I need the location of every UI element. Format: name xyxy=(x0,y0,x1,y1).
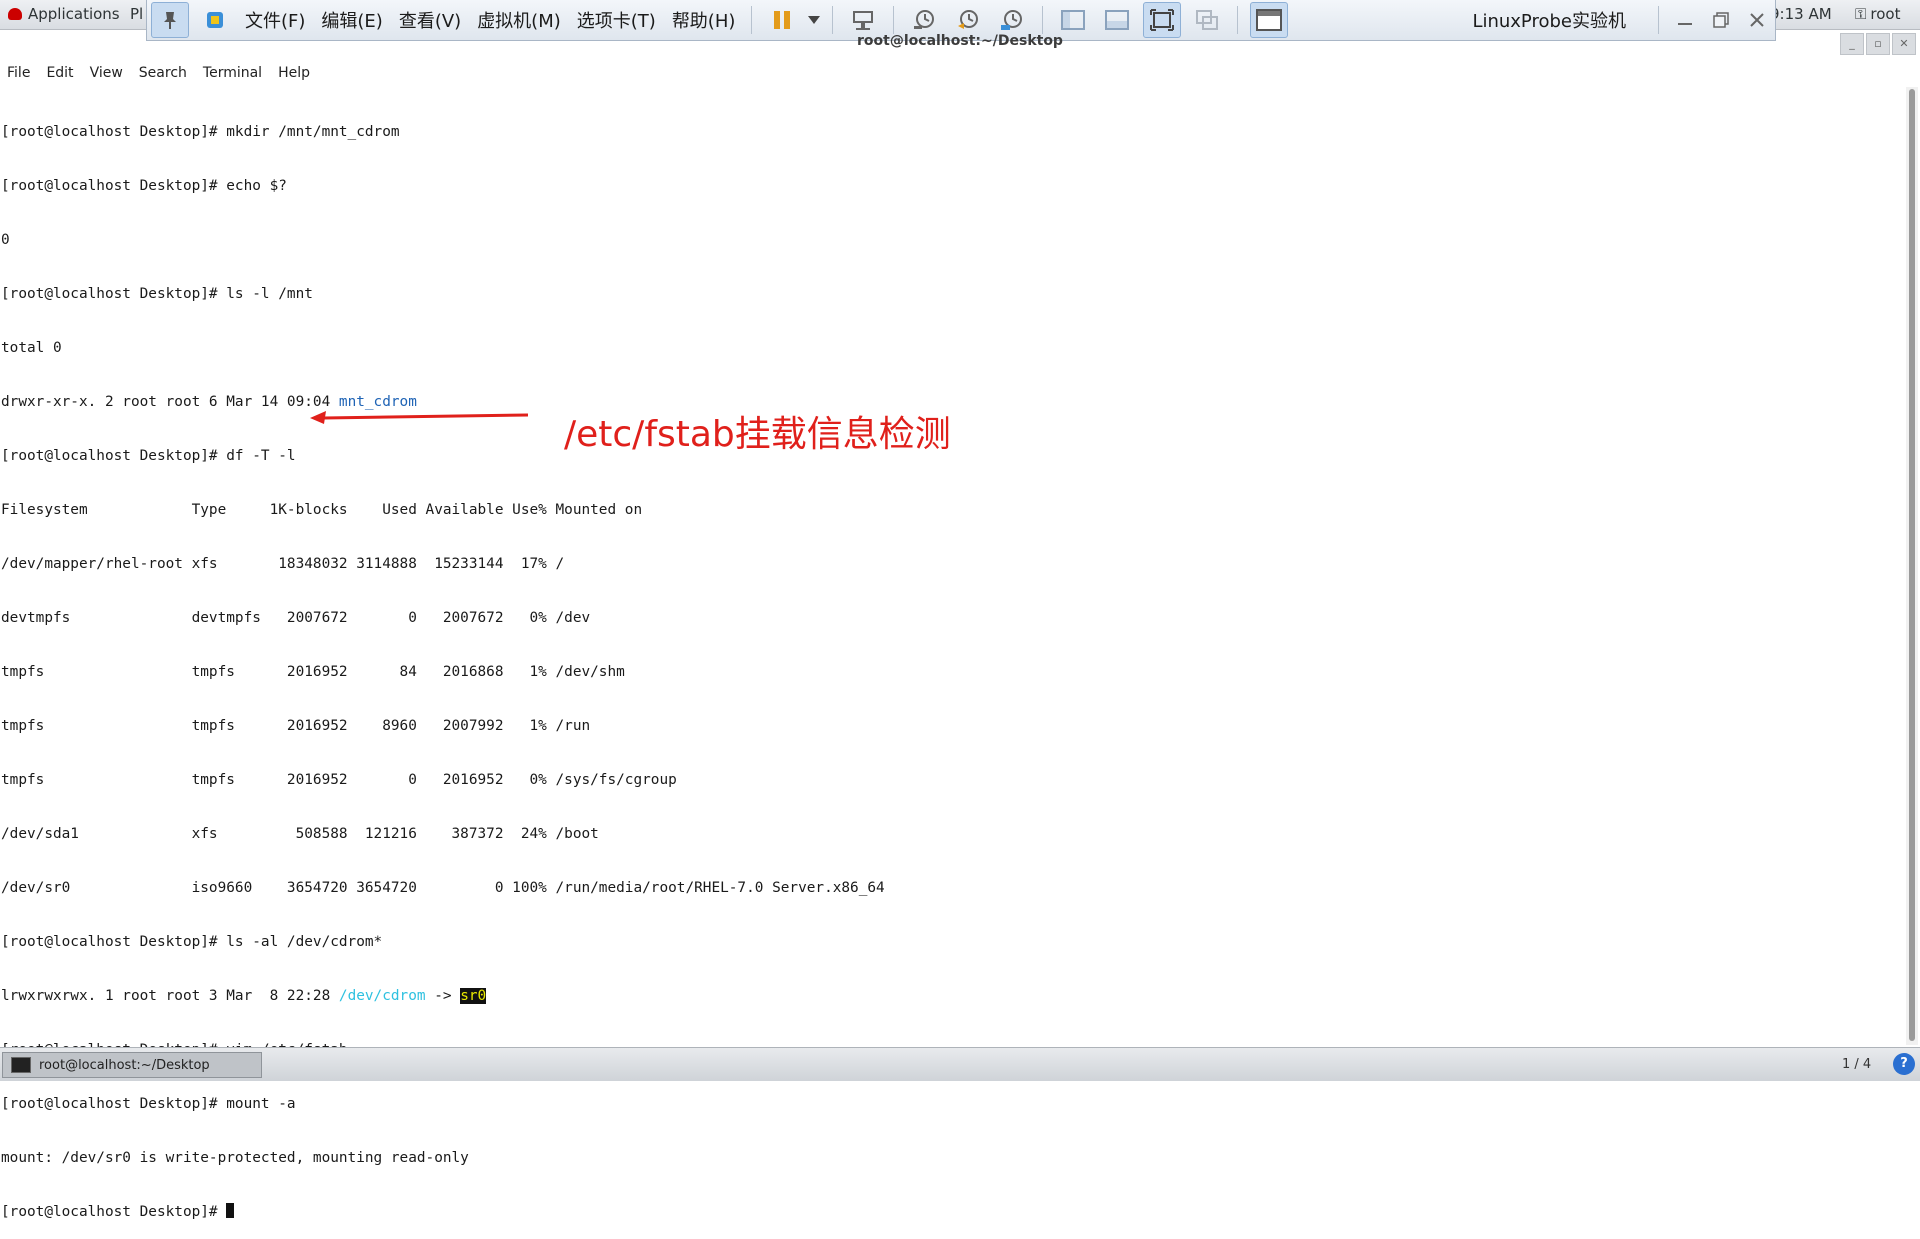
prompt-text: [root@localhost Desktop]# xyxy=(1,1204,227,1220)
menu-item-file[interactable]: File xyxy=(0,63,38,85)
terminal-line: [root@localhost Desktop]# mkdir /mnt/mnt… xyxy=(1,124,400,140)
menu-edit[interactable]: 编辑(E) xyxy=(313,7,390,33)
text-cursor xyxy=(226,1203,235,1218)
terminal-line: drwxr-xr-x. 2 root root 6 Mar 14 09:04 m… xyxy=(1,393,1901,411)
toolbar-separator xyxy=(751,6,753,34)
terminal-line: tmpfs tmpfs 2016952 0 2016952 0% /sys/fs… xyxy=(1,772,677,788)
terminal-line: tmpfs tmpfs 2016952 84 2016868 1% /dev/s… xyxy=(1,664,625,680)
terminal-line: devtmpfs devtmpfs 2007672 0 2007672 0% /… xyxy=(1,610,591,626)
window-controls: _ ▫ ✕ xyxy=(1840,33,1916,55)
toolbar-separator xyxy=(1042,6,1044,34)
terminal-line: [root@localhost Desktop]# ls -al /dev/cd… xyxy=(1,934,383,950)
toolbar-separator xyxy=(1237,6,1239,34)
vm-title: LinuxProbe实验机 xyxy=(1472,11,1626,32)
menu-item-view[interactable]: View xyxy=(82,63,131,85)
restore-icon[interactable] xyxy=(1703,5,1739,35)
menu-item-edit[interactable]: Edit xyxy=(38,63,81,85)
taskbar-item-terminal[interactable]: root@localhost:~/Desktop xyxy=(2,1052,262,1078)
terminal-line: /dev/sr0 iso9660 3654720 3654720 0 100% … xyxy=(1,880,885,896)
terminal-line: Filesystem Type 1K-blocks Used Available… xyxy=(1,502,643,518)
window-maximize-icon[interactable]: ▫ xyxy=(1866,33,1890,55)
terminal-line: [root@localhost Desktop]# echo $? xyxy=(1,178,287,194)
pause-icon[interactable] xyxy=(764,3,800,37)
terminal-line: total 0 xyxy=(1,340,62,356)
redhat-icon xyxy=(8,8,22,20)
vm-library-icon[interactable] xyxy=(197,3,233,37)
window-minimize-icon[interactable]: _ xyxy=(1840,33,1864,55)
terminal-line: [root@localhost Desktop]# mount -a xyxy=(1,1096,296,1112)
terminal-scrollbar[interactable] xyxy=(1906,87,1918,1045)
toolbar-separator xyxy=(832,6,834,34)
toolbar-separator xyxy=(893,6,895,34)
menu-tabs[interactable]: 选项卡(T) xyxy=(569,7,664,33)
terminal-menubar: File Edit View Search Terminal Help xyxy=(0,63,1920,85)
terminal-line: [root@localhost Desktop]# df -T -l xyxy=(1,448,296,464)
menu-item-terminal[interactable]: Terminal xyxy=(195,63,270,85)
snapshot-manager-icon[interactable] xyxy=(994,3,1030,37)
terminal-line: mount: /dev/sr0 is write-protected, moun… xyxy=(1,1150,469,1166)
places-menu[interactable]: Pl xyxy=(130,5,143,23)
annotation-label: /etc/fstab挂载信息检测 xyxy=(564,414,951,455)
send-ctrl-alt-del-icon[interactable] xyxy=(845,3,881,37)
thumbnail-bar-icon[interactable] xyxy=(1099,3,1135,37)
symlink-target: sr0 xyxy=(460,988,487,1004)
window-close-icon[interactable]: ✕ xyxy=(1892,33,1916,55)
snapshot-revert-icon[interactable] xyxy=(950,3,986,37)
window-title: root@localhost:~/Desktop xyxy=(857,33,1063,49)
terminal-prompt-line: [root@localhost Desktop]# xyxy=(1,1203,1901,1221)
sidebar-toggle-icon[interactable] xyxy=(1055,3,1091,37)
workspace-pager[interactable]: 1 / 4 xyxy=(1842,1057,1871,1072)
terminal-line: tmpfs tmpfs 2016952 8960 2007992 1% /run xyxy=(1,718,591,734)
menu-help[interactable]: 帮助(H) xyxy=(664,7,744,33)
help-icon[interactable]: ? xyxy=(1893,1053,1915,1075)
symlink-name: /dev/cdrom xyxy=(338,988,426,1004)
terminal-line: [root@localhost Desktop]# ls -l /mnt xyxy=(1,286,313,302)
menu-view[interactable]: 查看(V) xyxy=(391,7,469,33)
scrollbar-thumb[interactable] xyxy=(1909,89,1915,1041)
menu-item-help[interactable]: Help xyxy=(270,63,318,85)
user-menu[interactable]: ⚿ root xyxy=(1855,5,1901,23)
terminal-line: lrwxrwxrwx. 1 root root 3 Mar 8 22:28 /d… xyxy=(1,987,1901,1005)
terminal-icon xyxy=(11,1057,31,1073)
unity-icon[interactable] xyxy=(1189,3,1225,37)
user-label: root xyxy=(1870,5,1901,23)
clock[interactable]: 9:13 AM xyxy=(1770,5,1832,23)
terminal-output[interactable]: [root@localhost Desktop]# mkdir /mnt/mnt… xyxy=(1,87,1901,1220)
line-text: drwxr-xr-x. 2 root root 6 Mar 14 09:04 xyxy=(1,394,339,410)
symlink-arrow: -> xyxy=(425,988,461,1004)
bottom-taskbar: root@localhost:~/Desktop 1 / 4 ? xyxy=(0,1047,1920,1081)
menu-vm[interactable]: 虚拟机(M) xyxy=(469,7,569,33)
toolbar-separator xyxy=(1658,6,1659,34)
close-icon[interactable] xyxy=(1739,5,1775,35)
applications-label: Applications xyxy=(28,5,120,23)
taskbar-item-label: root@localhost:~/Desktop xyxy=(39,1057,210,1073)
menu-file[interactable]: 文件(F) xyxy=(237,7,313,33)
annotation-arrow-icon xyxy=(310,411,529,424)
snapshot-take-icon[interactable] xyxy=(906,3,942,37)
menu-item-search[interactable]: Search xyxy=(131,63,195,85)
terminal-line: /dev/sda1 xfs 508588 121216 387372 24% /… xyxy=(1,826,599,842)
terminal-line: 0 xyxy=(1,232,10,248)
minimize-icon[interactable] xyxy=(1667,5,1703,35)
chevron-down-icon[interactable] xyxy=(804,3,824,37)
applications-menu[interactable]: Applications xyxy=(8,5,120,23)
line-text: lrwxrwxrwx. 1 root root 3 Mar 8 22:28 xyxy=(1,988,339,1004)
user-icon: ⚿ xyxy=(1855,5,1867,23)
terminal-line: /dev/mapper/rhel-root xfs 18348032 31148… xyxy=(1,556,565,572)
